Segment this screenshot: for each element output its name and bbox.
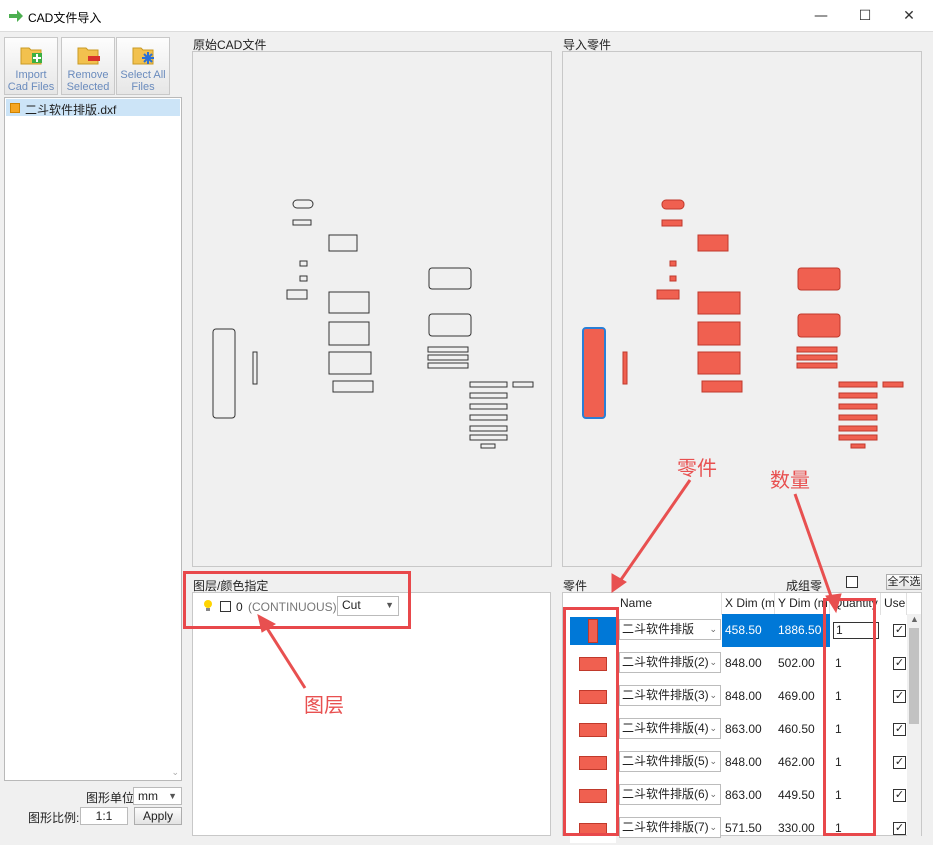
- annotation-layer-label: 图层: [304, 693, 344, 717]
- annotation-quantity-label: 数量: [770, 468, 810, 492]
- annotation-parts-label: 零件: [677, 456, 717, 480]
- annotation-arrows: [257, 479, 842, 689]
